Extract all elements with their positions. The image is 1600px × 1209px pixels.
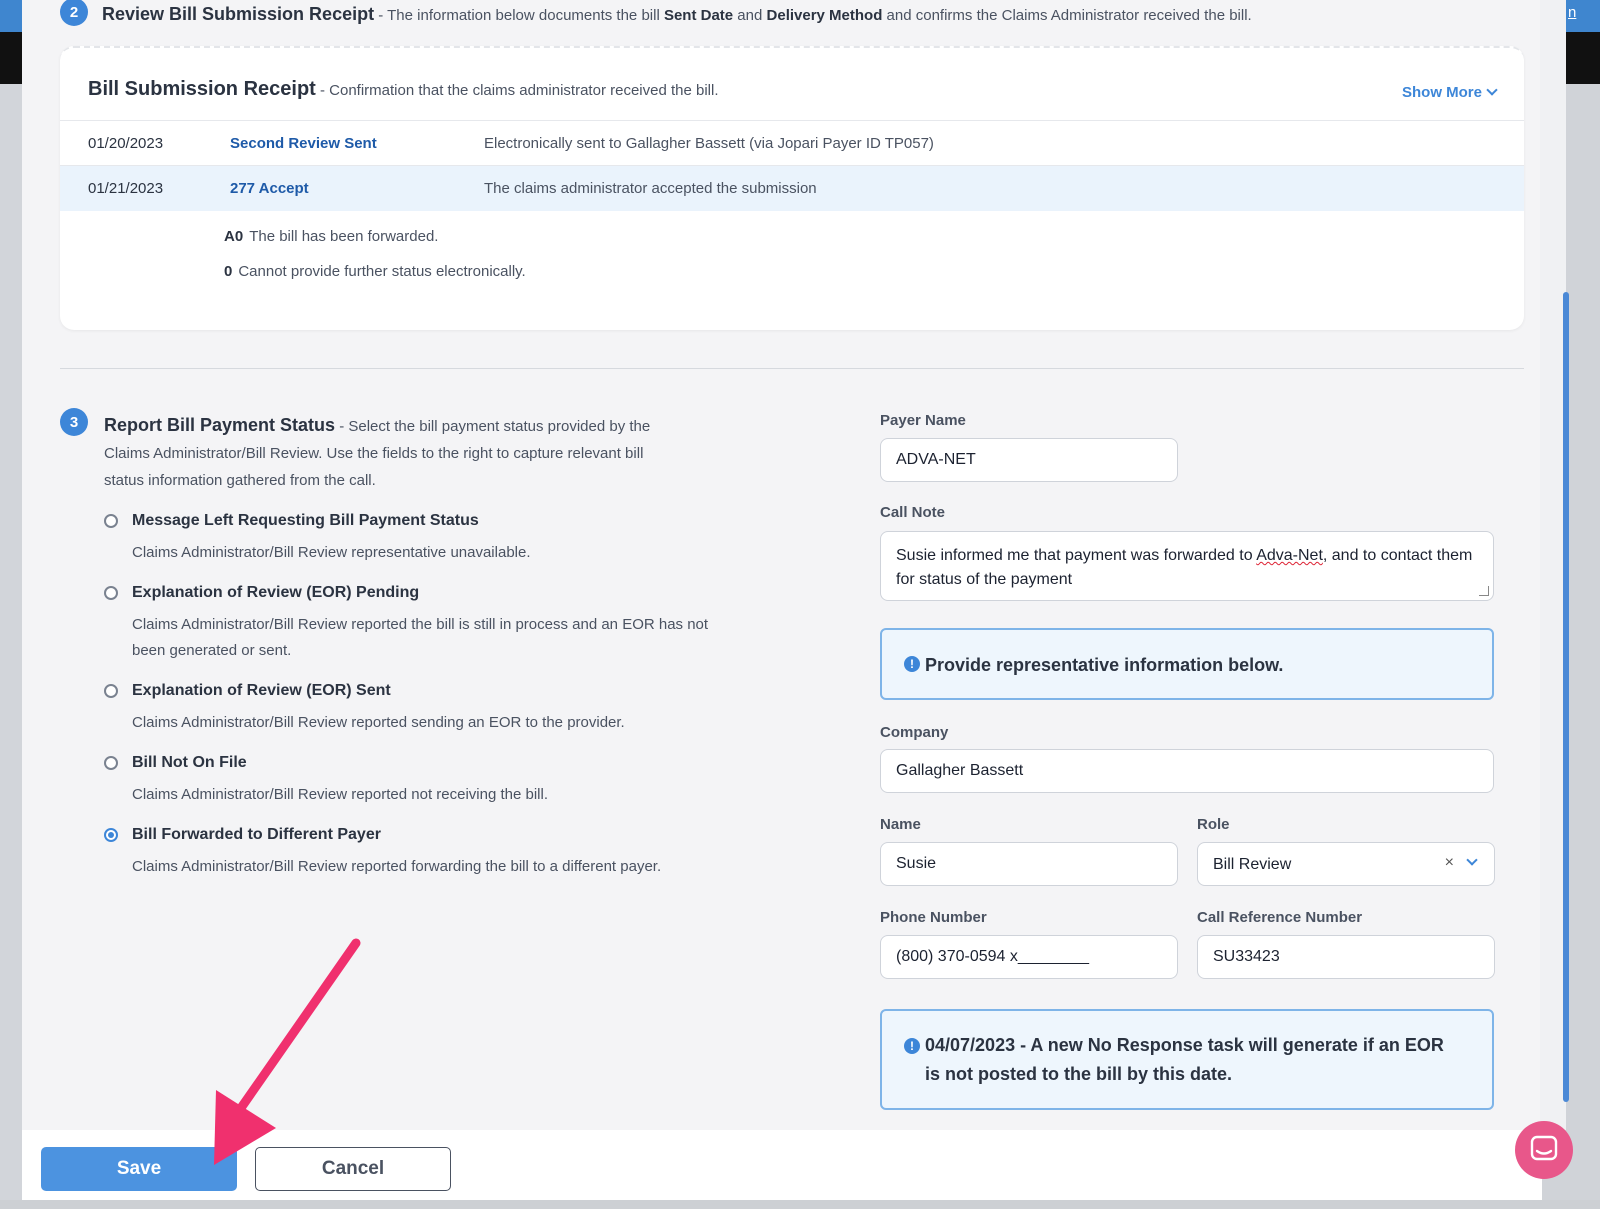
misspelled-word: Adva-Net [1256, 547, 1323, 564]
name-input[interactable] [880, 842, 1178, 886]
chat-launcher-button[interactable] [1515, 1121, 1573, 1179]
phone-number-input[interactable] [880, 935, 1178, 979]
status-option-help: Claims Administrator/Bill Review reporte… [132, 786, 549, 803]
status-option-label: Message Left Requesting Bill Payment Sta… [132, 512, 479, 529]
representative-info-text: Provide representative information below… [925, 655, 1284, 675]
receipt-card-title: Bill Submission Receipt - Confirmation t… [88, 78, 719, 100]
no-response-notice: ! 04/07/2023 - A new No Response task wi… [880, 1009, 1494, 1110]
status-code: 0 [224, 263, 233, 280]
radio-button[interactable] [104, 514, 118, 528]
receipt-card-subtitle: - Confirmation that the claims administr… [315, 82, 719, 99]
section-3-header: Report Bill Payment Status - Select the … [104, 412, 744, 494]
company-input[interactable] [880, 749, 1494, 793]
receipt-status: Second Review Sent [230, 135, 377, 152]
section-3-desc-line: status information gathered from the cal… [104, 472, 376, 489]
status-option-help: Claims Administrator/Bill Review reporte… [132, 858, 662, 875]
section-divider [60, 368, 1524, 369]
chat-icon [1530, 1135, 1558, 1161]
chevron-down-icon[interactable] [1466, 854, 1478, 866]
call-note-textarea[interactable]: Susie informed me that payment was forwa… [880, 531, 1494, 601]
receipt-row: 01/20/2023 Second Review Sent Electronic… [60, 120, 1524, 166]
info-icon: ! [904, 656, 920, 672]
cancel-button[interactable]: Cancel [255, 1147, 451, 1191]
status-option-label: Bill Forwarded to Different Payer [132, 826, 381, 843]
show-more-link[interactable]: Show More [1402, 84, 1498, 101]
receipt-desc: Electronically sent to Gallagher Bassett… [484, 135, 934, 152]
radio-button-selected[interactable] [104, 828, 118, 842]
background-link[interactable]: n [1568, 4, 1576, 21]
radio-button[interactable] [104, 684, 118, 698]
status-option-label: Explanation of Review (EOR) Sent [132, 682, 391, 699]
receipt-desc: The claims administrator accepted the su… [484, 180, 817, 197]
receipt-status: 277 Accept [230, 180, 309, 197]
modal: 2 Review Bill Submission Receipt - The i… [22, 0, 1542, 1200]
status-option-label: Explanation of Review (EOR) Pending [132, 584, 420, 601]
section-2-header: Review Bill Submission Receipt - The inf… [102, 4, 1252, 25]
call-reference-input[interactable] [1197, 935, 1495, 979]
info-icon: ! [904, 1038, 920, 1054]
receipt-card: Bill Submission Receipt - Confirmation t… [60, 46, 1524, 330]
background-app-strip [0, 1200, 1600, 1209]
status-code-line: A0 The bill has been forwarded. [224, 228, 438, 245]
call-reference-label: Call Reference Number [1197, 909, 1363, 926]
status-code-text: The bill has been forwarded. [249, 228, 439, 245]
call-note-label: Call Note [880, 504, 946, 521]
section-3-desc-line: - Select the bill payment status provide… [335, 418, 651, 435]
background-app-strip [0, 0, 22, 32]
status-code-line: 0 Cannot provide further status electroni… [224, 263, 526, 280]
status-option-help: Claims Administrator/Bill Review reporte… [132, 714, 625, 731]
status-code-text: Cannot provide further status electronic… [238, 263, 526, 280]
radio-button[interactable] [104, 756, 118, 770]
scrollbar-thumb[interactable] [1563, 292, 1569, 1102]
section-2-title: Review Bill Submission Receipt [102, 4, 375, 24]
status-option-help: Claims Administrator/Bill Review reporte… [132, 616, 709, 659]
representative-info-box: ! Provide representative information bel… [880, 628, 1494, 700]
phone-number-label: Phone Number [880, 909, 987, 926]
payer-name-label: Payer Name [880, 412, 966, 429]
receipt-date: 01/20/2023 [88, 135, 164, 152]
section-3-desc-line: Claims Administrator/Bill Review. Use th… [104, 445, 644, 462]
status-option-help: Claims Administrator/Bill Review represe… [132, 544, 531, 561]
resize-handle-icon[interactable] [1479, 586, 1489, 596]
chevron-down-icon [1486, 84, 1498, 96]
background-app-strip [0, 32, 22, 84]
role-label: Role [1197, 816, 1230, 833]
section-2-desc: - The information below documents the bi… [374, 7, 1252, 24]
name-label: Name [880, 816, 921, 833]
payer-name-input[interactable] [880, 438, 1178, 482]
save-button[interactable]: Save [41, 1147, 237, 1191]
background-app-strip [0, 84, 22, 1209]
modal-footer [22, 1130, 1542, 1200]
role-select[interactable]: Bill Review × [1197, 842, 1495, 886]
status-option-label: Bill Not On File [132, 754, 247, 771]
step-3-badge: 3 [60, 408, 88, 436]
receipt-date: 01/21/2023 [88, 180, 164, 197]
no-response-notice-text: 04/07/2023 - A new No Response task will… [925, 1035, 1444, 1084]
step-2-badge: 2 [60, 0, 88, 26]
status-code: A0 [224, 228, 244, 245]
clear-icon[interactable]: × [1445, 854, 1454, 872]
receipt-row: 01/21/2023 277 Accept The claims adminis… [60, 165, 1524, 211]
section-3-title: Report Bill Payment Status [104, 415, 336, 435]
company-label: Company [880, 724, 949, 741]
radio-button[interactable] [104, 586, 118, 600]
role-select-value: Bill Review [1213, 856, 1292, 873]
